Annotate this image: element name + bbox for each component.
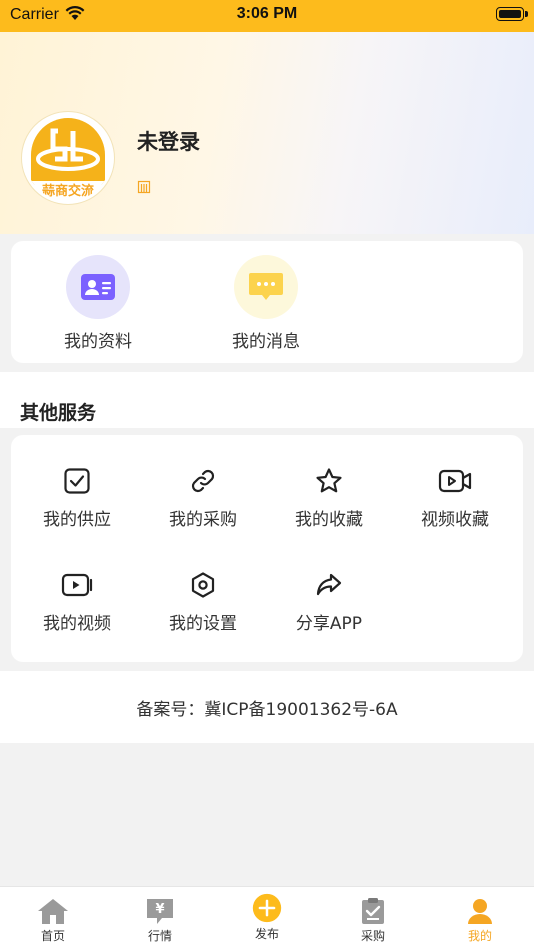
- home-icon: [38, 899, 68, 924]
- brand-logo-icon: 蒜商交流: [25, 115, 111, 201]
- star-icon: [316, 468, 342, 493]
- share-app-label: 分享APP: [295, 614, 363, 634]
- record-number: 备案号：冀ICP备19001362号-6A: [136, 700, 398, 720]
- my-settings-label: 我的设置: [169, 614, 237, 634]
- share-app-button[interactable]: 分享APP: [266, 571, 392, 634]
- my-profile-label: 我的资料: [64, 332, 132, 352]
- services-card: 我的供应 我的采购 我的收藏 视频收藏 我的视频 我的设置 分享APP: [11, 435, 523, 662]
- clock: 3:06 PM: [236, 5, 298, 22]
- my-videos-button[interactable]: 我的视频: [14, 571, 140, 634]
- my-messages-button[interactable]: 我的消息: [201, 255, 331, 352]
- avatar-logo-text: 蒜商交流: [42, 183, 94, 199]
- link-icon: [191, 469, 215, 493]
- checkbox-icon: [64, 468, 90, 494]
- services-title: 其他服务: [20, 402, 97, 424]
- my-favorites-button[interactable]: 我的收藏: [266, 467, 392, 530]
- publish-plus-icon: [252, 893, 282, 923]
- company-building-icon: [137, 180, 151, 194]
- tab-publish[interactable]: 发布: [214, 887, 320, 950]
- video-favorites-label: 视频收藏: [421, 510, 489, 530]
- my-purchase-label: 我的采购: [169, 510, 237, 530]
- svg-text:¥: ¥: [155, 902, 164, 917]
- tab-purchase[interactable]: 采购: [320, 887, 426, 950]
- my-favorites-label: 我的收藏: [295, 510, 363, 530]
- video-favorites-button[interactable]: 视频收藏: [392, 467, 518, 530]
- tab-purchase-label: 采购: [360, 929, 385, 943]
- tab-mine[interactable]: 我的: [427, 887, 533, 950]
- my-videos-label: 我的视频: [43, 614, 111, 634]
- quick-actions-card: 我的资料 我的消息: [11, 241, 523, 363]
- my-settings-button[interactable]: 我的设置: [140, 571, 266, 634]
- market-yen-icon: ¥: [147, 899, 173, 924]
- my-purchase-button[interactable]: 我的采购: [140, 467, 266, 530]
- id-card-icon: [66, 255, 130, 319]
- video-camera-icon: [438, 469, 472, 493]
- share-arrow-icon: [316, 573, 342, 596]
- tab-market-label: 行情: [147, 929, 172, 943]
- my-supply-label: 我的供应: [43, 510, 111, 530]
- tab-bar: 首页 ¥ 行情 发布 采购 我的: [0, 886, 534, 950]
- profile-person-icon: [468, 899, 492, 924]
- message-icon: [234, 255, 298, 319]
- tab-home[interactable]: 首页: [0, 887, 106, 950]
- user-name[interactable]: 未登录: [137, 126, 200, 156]
- my-profile-button[interactable]: 我的资料: [33, 255, 163, 352]
- purchase-clipboard-icon: [362, 898, 384, 924]
- tab-home-label: 首页: [40, 929, 65, 943]
- play-video-icon: [61, 573, 93, 597]
- my-messages-label: 我的消息: [232, 332, 300, 352]
- tab-mine-label: 我的: [467, 929, 492, 943]
- status-bar: Carrier 3:06 PM: [0, 0, 534, 32]
- battery-icon: [496, 7, 528, 21]
- my-supply-button[interactable]: 我的供应: [14, 467, 140, 530]
- settings-hexagon-icon: [191, 572, 215, 598]
- avatar[interactable]: 蒜商交流: [22, 112, 114, 204]
- tab-publish-label: 发布: [254, 927, 279, 941]
- tab-market[interactable]: ¥ 行情: [107, 887, 213, 950]
